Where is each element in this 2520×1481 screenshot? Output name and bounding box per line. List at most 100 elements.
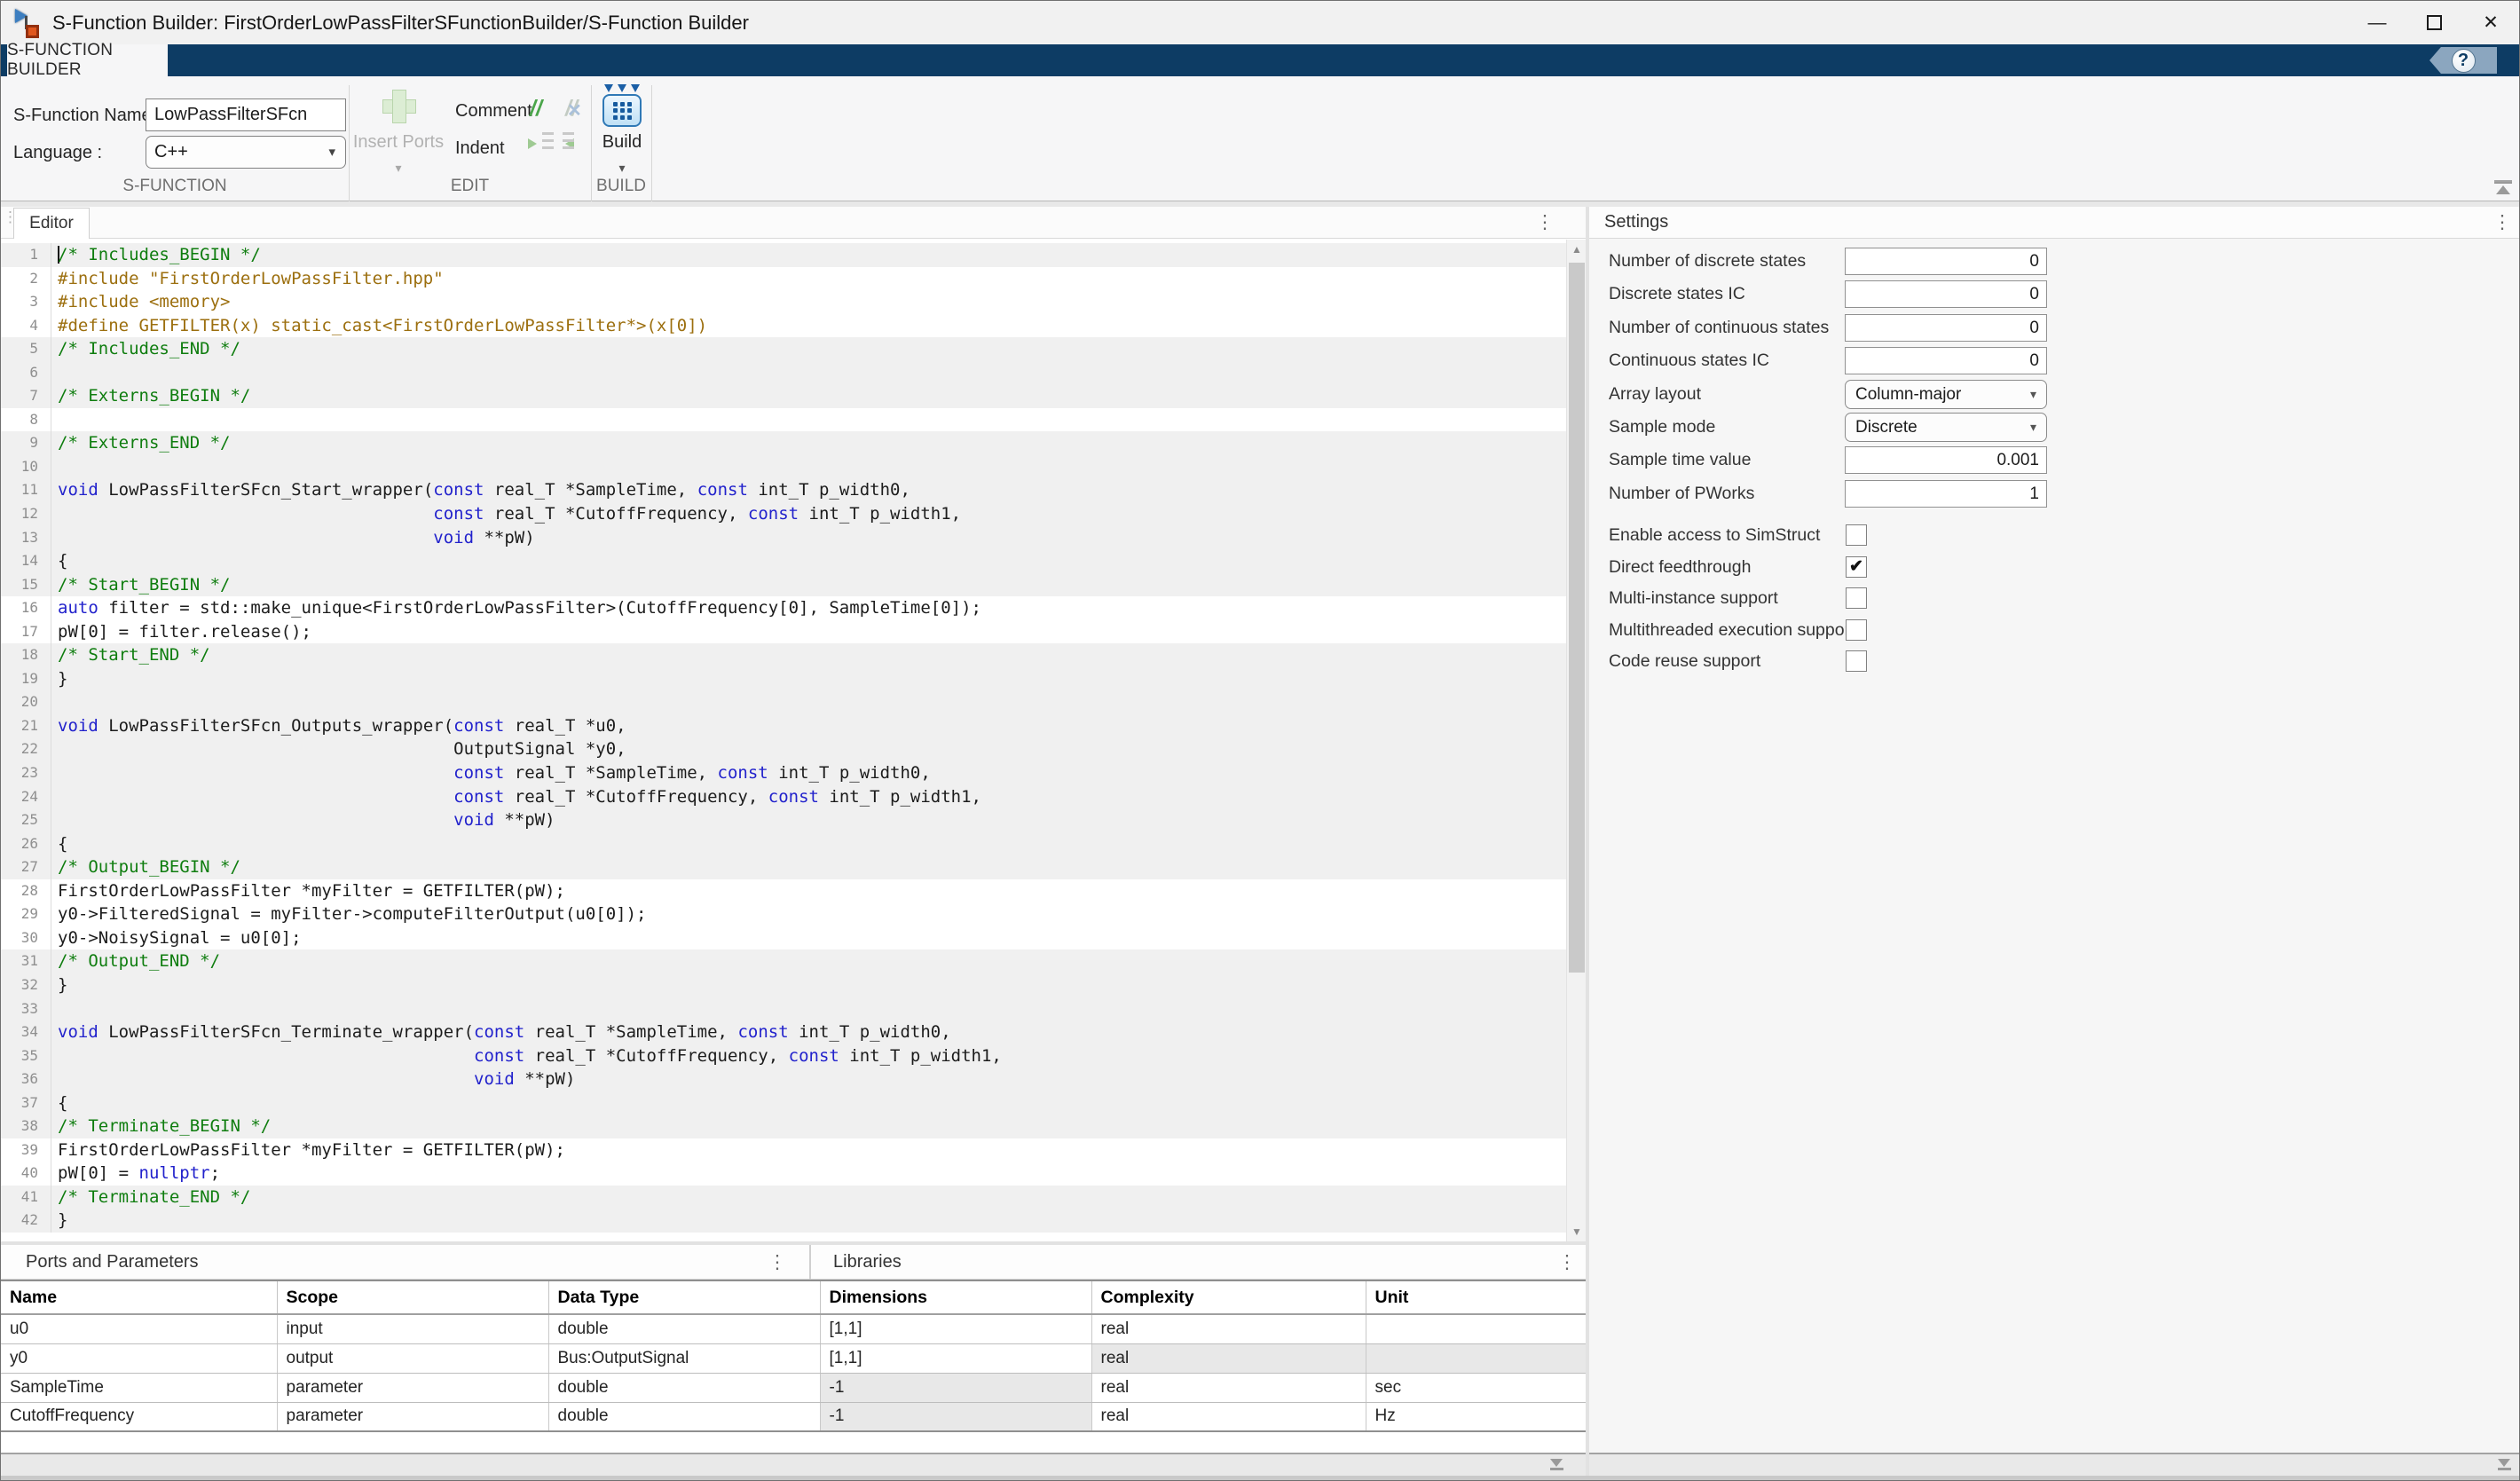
code-line[interactable]: 26{ <box>1 832 1566 856</box>
code-line[interactable]: 12 const real_T *CutoffFrequency, const … <box>1 502 1566 526</box>
code-line[interactable]: 13 void **pW) <box>1 526 1566 550</box>
uncomment-button[interactable]: //✕ <box>565 96 578 122</box>
settings-input[interactable]: 1 <box>1845 480 2047 508</box>
code-line[interactable]: 28FirstOrderLowPassFilter *myFilter = GE… <box>1 879 1566 903</box>
table-cell[interactable]: u0 <box>1 1314 277 1343</box>
code-line[interactable]: 7/* Externs_BEGIN */ <box>1 384 1566 408</box>
table-cell[interactable] <box>1366 1314 1586 1343</box>
settings-input[interactable]: 0 <box>1845 248 2047 275</box>
build-dropdown-icon[interactable]: ▾ <box>586 161 658 176</box>
settings-checkbox[interactable] <box>1846 587 1867 609</box>
close-button[interactable]: ✕ <box>2462 1 2519 44</box>
code-line[interactable]: 22 OutputSignal *y0, <box>1 737 1566 761</box>
code-line[interactable]: 21void LowPassFilterSFcn_Outputs_wrapper… <box>1 714 1566 738</box>
settings-input[interactable]: 0.001 <box>1845 446 2047 474</box>
code-line[interactable]: 31/* Output_END */ <box>1 949 1566 973</box>
table-cell[interactable]: double <box>548 1373 820 1402</box>
table-cell[interactable]: double <box>548 1314 820 1343</box>
table-row[interactable]: y0outputBus:OutputSignal[1,1]real <box>1 1343 1586 1373</box>
code-line[interactable]: 41/* Terminate_END */ <box>1 1186 1566 1209</box>
table-row[interactable]: CutoffFrequencyparameterdouble-1realHz <box>1 1402 1586 1431</box>
table-cell[interactable]: -1 <box>820 1373 1091 1402</box>
maximize-button[interactable] <box>2406 1 2462 44</box>
table-cell[interactable]: input <box>277 1314 548 1343</box>
code-line[interactable]: 24 const real_T *CutoffFrequency, const … <box>1 785 1566 809</box>
editor-scrollbar[interactable]: ▲ ▼ <box>1566 240 1586 1241</box>
scrollbar-thumb[interactable] <box>1569 263 1585 973</box>
code-line[interactable]: 29y0->FilteredSignal = myFilter->compute… <box>1 902 1566 926</box>
sfunction-name-input[interactable]: LowPassFilterSFcn <box>146 98 346 131</box>
table-cell[interactable]: [1,1] <box>820 1343 1091 1373</box>
code-line[interactable]: 35 const real_T *CutoffFrequency, const … <box>1 1044 1566 1068</box>
code-line[interactable]: 14{ <box>1 549 1566 573</box>
libraries-menu-kebab-icon[interactable]: ⋮ <box>1555 1251 1579 1273</box>
code-line[interactable]: 16auto filter = std::make_unique<FirstOr… <box>1 596 1566 620</box>
table-cell[interactable]: real <box>1091 1402 1366 1431</box>
expand-panel-icon[interactable] <box>2497 1459 2512 1472</box>
table-cell[interactable]: Hz <box>1366 1402 1586 1431</box>
table-cell[interactable]: CutoffFrequency <box>1 1402 277 1431</box>
code-line[interactable]: 20 <box>1 690 1566 714</box>
tab-editor[interactable]: Editor <box>13 208 90 239</box>
code-line[interactable]: 11void LowPassFilterSFcn_Start_wrapper(c… <box>1 478 1566 502</box>
code-line[interactable]: 27/* Output_BEGIN */ <box>1 855 1566 879</box>
code-line[interactable]: 1/* Includes_BEGIN */ <box>1 243 1566 267</box>
code-line[interactable]: 38/* Terminate_BEGIN */ <box>1 1115 1566 1138</box>
indent-right-button[interactable] <box>528 130 555 156</box>
expand-panel-icon[interactable] <box>1549 1459 1564 1472</box>
ports-parameters-table[interactable]: NameScopeData TypeDimensionsComplexityUn… <box>1 1280 1586 1432</box>
code-line[interactable]: 19} <box>1 667 1566 691</box>
settings-dropdown[interactable]: Discrete▾ <box>1845 413 2047 442</box>
table-cell[interactable]: y0 <box>1 1343 277 1373</box>
language-dropdown[interactable]: C++ ▾ <box>146 136 346 169</box>
settings-checkbox[interactable]: ✔ <box>1846 556 1867 578</box>
table-cell[interactable] <box>1366 1343 1586 1373</box>
table-cell[interactable]: Bus:OutputSignal <box>548 1343 820 1373</box>
table-cell[interactable]: SampleTime <box>1 1373 277 1402</box>
minimize-button[interactable]: — <box>2349 1 2406 44</box>
settings-input[interactable]: 0 <box>1845 347 2047 374</box>
table-cell[interactable]: real <box>1091 1314 1366 1343</box>
indent-left-button[interactable] <box>562 130 588 156</box>
scroll-down-icon[interactable]: ▼ <box>1567 1222 1587 1241</box>
code-line[interactable]: 6 <box>1 361 1566 385</box>
tab-sfunction-builder[interactable]: S-FUNCTION BUILDER <box>7 44 168 76</box>
table-cell[interactable]: double <box>548 1402 820 1431</box>
table-row[interactable]: u0inputdouble[1,1]real <box>1 1314 1586 1343</box>
code-editor[interactable]: 1/* Includes_BEGIN */2#include "FirstOrd… <box>1 240 1566 1241</box>
editor-menu-kebab-icon[interactable]: ⋮ <box>1533 211 1556 233</box>
code-line[interactable]: 15/* Start_BEGIN */ <box>1 573 1566 597</box>
code-line[interactable]: 9/* Externs_END */ <box>1 431 1566 455</box>
settings-checkbox[interactable] <box>1846 650 1867 672</box>
settings-checkbox[interactable] <box>1846 619 1867 641</box>
insert-ports-button[interactable]: Insert Ports <box>345 132 452 153</box>
table-cell[interactable]: [1,1] <box>820 1314 1091 1343</box>
table-cell[interactable]: sec <box>1366 1373 1586 1402</box>
code-line[interactable]: 39FirstOrderLowPassFilter *myFilter = GE… <box>1 1138 1566 1162</box>
table-row[interactable]: SampleTimeparameterdouble-1realsec <box>1 1373 1586 1402</box>
ports-menu-kebab-icon[interactable]: ⋮ <box>766 1251 789 1273</box>
table-cell[interactable]: real <box>1091 1373 1366 1402</box>
settings-input[interactable]: 0 <box>1845 314 2047 342</box>
code-line[interactable]: 30y0->NoisySignal = u0[0]; <box>1 926 1566 950</box>
code-line[interactable]: 23 const real_T *SampleTime, const int_T… <box>1 761 1566 785</box>
code-line[interactable]: 8 <box>1 408 1566 432</box>
code-line[interactable]: 42} <box>1 1209 1566 1233</box>
settings-checkbox[interactable] <box>1846 524 1867 546</box>
code-line[interactable]: 40pW[0] = nullptr; <box>1 1162 1566 1186</box>
code-line[interactable]: 34void LowPassFilterSFcn_Terminate_wrapp… <box>1 1020 1566 1044</box>
code-line[interactable]: 18/* Start_END */ <box>1 643 1566 667</box>
collapse-ribbon-button[interactable] <box>2493 180 2513 196</box>
settings-menu-kebab-icon[interactable]: ⋮ <box>2491 211 2514 233</box>
code-line[interactable]: 17pW[0] = filter.release(); <box>1 620 1566 644</box>
table-cell[interactable]: -1 <box>820 1402 1091 1431</box>
code-line[interactable]: 5/* Includes_END */ <box>1 337 1566 361</box>
code-line[interactable]: 2#include "FirstOrderLowPassFilter.hpp" <box>1 267 1566 291</box>
code-line[interactable]: 3#include <memory> <box>1 290 1566 314</box>
scroll-up-icon[interactable]: ▲ <box>1567 240 1587 259</box>
code-line[interactable]: 10 <box>1 455 1566 479</box>
table-cell[interactable]: parameter <box>277 1373 548 1402</box>
comment-button[interactable]: // <box>530 96 542 122</box>
insert-ports-dropdown-icon[interactable]: ▾ <box>345 161 452 176</box>
code-line[interactable]: 36 void **pW) <box>1 1067 1566 1091</box>
